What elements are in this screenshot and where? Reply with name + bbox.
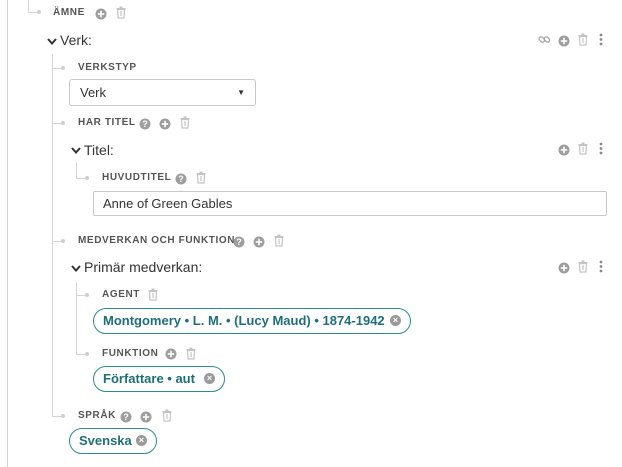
link-icon[interactable] [538,33,551,45]
remove-icon[interactable]: × [204,373,215,384]
add-icon[interactable] [165,347,177,360]
har-titel-label: HAR TITEL [78,117,136,128]
add-icon[interactable] [140,410,152,423]
chevron-down-icon[interactable] [46,34,58,46]
trash-icon[interactable] [147,288,159,301]
add-icon[interactable] [558,143,570,156]
chevron-down-icon[interactable] [70,143,82,155]
trash-icon[interactable] [577,33,589,46]
verk-heading: Verk: [60,32,92,48]
verkstyp-value: Verk [80,85,107,100]
svg-text:?: ? [142,119,148,129]
amne-label: ÄMNE [53,7,85,18]
sprak-value: Svenska [79,433,132,448]
help-icon[interactable]: ? [233,235,245,248]
trash-icon[interactable] [161,409,173,422]
funktion-label: FUNKTION [102,348,159,359]
add-icon[interactable] [253,235,265,248]
tree-dot [61,239,65,243]
trash-icon[interactable] [577,260,589,273]
remove-icon[interactable]: × [136,435,147,446]
more-vertical-icon[interactable] [598,260,604,273]
add-icon[interactable] [558,261,570,274]
help-icon[interactable]: ? [175,172,187,185]
add-icon[interactable] [159,117,171,130]
tree-dot [85,176,89,180]
trash-icon[interactable] [195,171,207,184]
caret-down-icon: ▼ [237,88,245,97]
sprak-label: SPRÅK [78,410,117,421]
medverkan-label: MEDVERKAN OCH FUNKTION [78,235,236,246]
tree-dot [37,10,41,14]
tree-dot [61,121,65,125]
help-icon[interactable]: ? [120,410,132,423]
more-vertical-icon[interactable] [598,142,604,155]
funktion-pill[interactable]: Författare • aut × [93,366,225,392]
huvudtitel-value: Anne of Green Gables [103,196,233,211]
tree-line [52,54,53,416]
trash-icon[interactable] [185,347,197,360]
more-vertical-icon[interactable] [598,33,604,46]
verkstyp-label: VERKSTYP [78,62,137,73]
agent-pill[interactable]: Montgomery • L. M. • (Lucy Maud) • 1874-… [93,308,411,334]
trash-icon[interactable] [273,234,285,247]
tree-dot [85,293,89,297]
tree-line [28,0,29,12]
tree-line [76,282,77,354]
verkstyp-select[interactable]: Verk ▼ [69,79,256,106]
svg-text:?: ? [123,412,129,422]
trash-icon[interactable] [115,6,127,19]
add-icon[interactable] [558,34,570,47]
agent-value: Montgomery • L. M. • (Lucy Maud) • 1874-… [103,313,385,328]
primar-medverkan-heading: Primär medverkan: [84,259,203,275]
remove-icon[interactable]: × [390,315,401,326]
tree-dot [85,352,89,356]
huvudtitel-label: HUVUDTITEL [102,172,172,183]
outer-border [7,0,8,467]
tree-line [76,162,77,178]
titel-heading: Titel: [84,142,114,158]
huvudtitel-input[interactable]: Anne of Green Gables [93,191,607,216]
trash-icon[interactable] [179,116,191,129]
add-icon[interactable] [95,7,107,20]
tree-dot [61,414,65,418]
tree-dot [61,66,65,70]
agent-label: AGENT [102,289,140,300]
help-icon[interactable]: ? [139,117,151,130]
svg-text:?: ? [178,174,184,184]
trash-icon[interactable] [577,142,589,155]
funktion-value: Författare • aut [103,371,195,386]
sprak-pill[interactable]: Svenska × [69,428,157,454]
chevron-down-icon[interactable] [70,261,82,273]
svg-text:?: ? [236,237,242,247]
